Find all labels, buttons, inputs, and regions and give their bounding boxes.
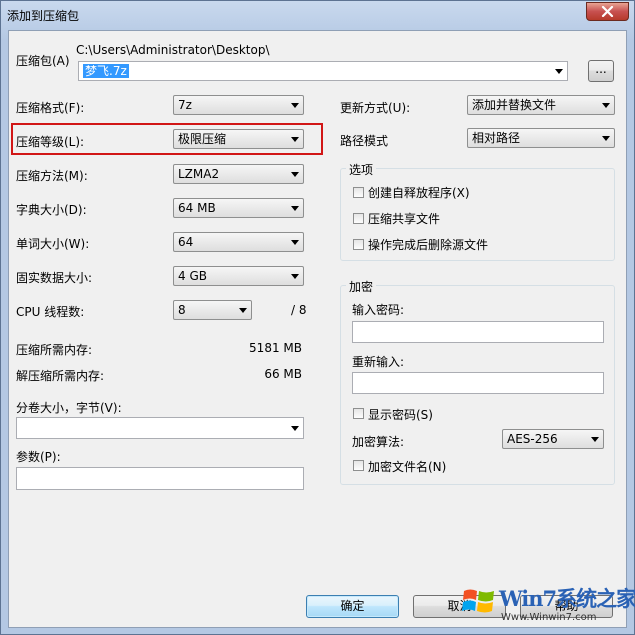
level-value: 极限压缩: [178, 132, 227, 146]
reenter-input[interactable]: [352, 372, 604, 394]
archive-path: C:\Users\Administrator\Desktop\: [76, 43, 270, 57]
solid-select[interactable]: 4 GB: [173, 266, 304, 286]
window-title: 添加到压缩包: [7, 9, 80, 23]
win7-watermark: Win7系统之家 Www.Winwin7.com: [461, 581, 635, 629]
archive-label: 压缩包(A): [16, 54, 70, 68]
close-icon: [601, 6, 614, 17]
pathmode-value: 相对路径: [472, 131, 521, 145]
enc-method-value: AES-256: [507, 432, 558, 446]
shared-checkbox[interactable]: [353, 213, 364, 224]
solid-value: 4 GB: [178, 269, 207, 283]
format-value: 7z: [178, 98, 192, 112]
watermark-url: Www.Winwin7.com: [501, 612, 597, 623]
encrypt-names-checkbox[interactable]: [353, 460, 364, 471]
volume-combo[interactable]: [16, 417, 304, 439]
method-select[interactable]: LZMA2: [173, 164, 304, 184]
options-group-title: 选项: [346, 161, 377, 178]
password-input[interactable]: [352, 321, 604, 343]
sfx-checkbox[interactable]: [353, 187, 364, 198]
chevron-down-icon[interactable]: [602, 136, 610, 141]
chevron-down-icon[interactable]: [239, 308, 247, 313]
mem-decompress-label: 解压缩所需内存:: [16, 369, 105, 383]
update-select[interactable]: 添加并替换文件: [467, 95, 615, 115]
chevron-down-icon[interactable]: [602, 103, 610, 108]
chevron-down-icon[interactable]: [291, 137, 299, 142]
params-label: 参数(P):: [16, 450, 61, 464]
add-to-archive-dialog: 添加到压缩包 压缩包(A) C:\Users\Administrator\Des…: [0, 0, 635, 635]
encryption-group-title: 加密: [346, 278, 377, 295]
update-label: 更新方式(U):: [340, 101, 411, 115]
threads-label: CPU 线程数:: [16, 305, 85, 319]
word-select[interactable]: 64: [173, 232, 304, 252]
chevron-down-icon[interactable]: [291, 206, 299, 211]
volume-label: 分卷大小，字节(V):: [16, 401, 122, 415]
dialog-client-area: 压缩包(A) C:\Users\Administrator\Desktop\ 梦…: [8, 30, 627, 628]
method-value: LZMA2: [178, 167, 220, 181]
format-select[interactable]: 7z: [173, 95, 304, 115]
show-password-label: 显示密码(S): [368, 408, 433, 422]
show-password-checkbox[interactable]: [353, 408, 364, 419]
title-bar[interactable]: 添加到压缩包: [1, 1, 634, 29]
chevron-down-icon[interactable]: [291, 172, 299, 177]
pathmode-select[interactable]: 相对路径: [467, 128, 615, 148]
chevron-down-icon[interactable]: [555, 69, 563, 74]
mem-decompress-value: 66 MB: [264, 367, 302, 381]
enc-method-select[interactable]: AES-256: [502, 429, 604, 449]
dict-label: 字典大小(D):: [16, 203, 87, 217]
close-button[interactable]: [586, 2, 629, 21]
word-value: 64: [178, 235, 194, 249]
delete-checkbox[interactable]: [353, 239, 364, 250]
mem-compress-value: 5181 MB: [249, 341, 302, 355]
word-label: 单词大小(W):: [16, 237, 90, 251]
encrypt-names-label: 加密文件名(N): [368, 460, 447, 474]
level-label: 压缩等级(L):: [16, 135, 85, 149]
enc-method-label: 加密算法:: [352, 435, 405, 449]
dict-value: 64 MB: [178, 201, 216, 215]
chevron-down-icon[interactable]: [591, 437, 599, 442]
delete-label: 操作完成后删除源文件: [368, 238, 489, 252]
shared-label: 压缩共享文件: [368, 212, 441, 226]
level-select[interactable]: 极限压缩: [173, 129, 304, 149]
ok-button[interactable]: 确定: [306, 595, 399, 618]
sfx-label: 创建自释放程序(X): [368, 186, 470, 200]
archive-name-combo[interactable]: 梦飞.7z: [78, 61, 568, 81]
mem-compress-label: 压缩所需内存:: [16, 343, 93, 357]
format-label: 压缩格式(F):: [16, 101, 85, 115]
chevron-down-icon[interactable]: [291, 426, 299, 431]
chevron-down-icon[interactable]: [291, 240, 299, 245]
chevron-down-icon[interactable]: [291, 103, 299, 108]
watermark-brand: Win7系统之家: [499, 586, 635, 611]
browse-button[interactable]: ...: [588, 60, 614, 82]
archive-name-value: 梦飞.7z: [83, 64, 129, 78]
chevron-down-icon[interactable]: [291, 274, 299, 279]
dict-select[interactable]: 64 MB: [173, 198, 304, 218]
pathmode-label: 路径模式: [340, 134, 389, 148]
params-input[interactable]: [16, 467, 304, 490]
solid-label: 固实数据大小:: [16, 271, 93, 285]
threads-select[interactable]: 8: [173, 300, 252, 320]
update-value: 添加并替换文件: [472, 98, 557, 112]
threads-value: 8: [178, 303, 186, 317]
threads-max: / 8: [291, 303, 307, 317]
password-label: 输入密码:: [352, 303, 405, 317]
reenter-label: 重新输入:: [352, 355, 405, 369]
windows-logo-icon: [462, 589, 494, 613]
method-label: 压缩方法(M):: [16, 169, 88, 183]
